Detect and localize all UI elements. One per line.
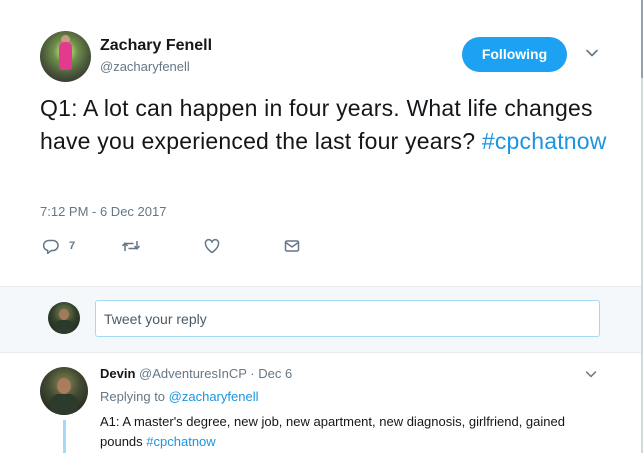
reply-author-handle[interactable]: @AdventuresInCP bbox=[139, 366, 247, 381]
replying-to-mention[interactable]: @zacharyfenell bbox=[169, 389, 259, 404]
reply-count: 7 bbox=[69, 240, 76, 252]
replying-to-prefix: Replying to bbox=[100, 389, 166, 404]
author-name[interactable]: Zachary Fenell bbox=[100, 37, 212, 55]
chevron-down-icon[interactable] bbox=[584, 367, 598, 381]
reply-text: A1: A master's degree, new job, new apar… bbox=[100, 412, 600, 452]
reply-composer bbox=[0, 286, 641, 353]
current-user-avatar bbox=[48, 302, 80, 334]
replying-to-line: Replying to @zacharyfenell bbox=[100, 389, 258, 404]
thread-connector-line bbox=[63, 420, 66, 453]
tweet-text: Q1: A lot can happen in four years. What… bbox=[40, 92, 620, 158]
tweet-timestamp[interactable]: 7:12 PM - 6 Dec 2017 bbox=[40, 204, 166, 219]
retweet-button[interactable] bbox=[121, 236, 141, 256]
following-button[interactable]: Following bbox=[462, 37, 567, 72]
reply-author-name[interactable]: Devin bbox=[100, 366, 135, 381]
reply-tweet: Devin @AdventuresInCP · Dec 6 Replying t… bbox=[0, 353, 641, 453]
author-handle[interactable]: @zacharyfenell bbox=[100, 59, 190, 74]
reply-date[interactable]: Dec 6 bbox=[258, 366, 292, 381]
like-icon bbox=[204, 238, 220, 254]
hashtag-link[interactable]: #cpchatnow bbox=[482, 128, 607, 154]
chevron-down-icon[interactable] bbox=[584, 45, 600, 61]
main-tweet: Zachary Fenell @zacharyfenell Following … bbox=[0, 0, 641, 286]
author-avatar[interactable] bbox=[40, 31, 91, 82]
reply-hashtag-link[interactable]: #cpchatnow bbox=[146, 434, 215, 449]
like-button[interactable] bbox=[203, 236, 221, 256]
direct-message-button[interactable] bbox=[283, 236, 301, 256]
reply-icon bbox=[42, 239, 59, 255]
retweet-icon bbox=[121, 241, 141, 251]
reply-header: Devin @AdventuresInCP · Dec 6 bbox=[100, 366, 292, 381]
reply-button[interactable]: 7 bbox=[42, 236, 75, 256]
reply-author-avatar[interactable] bbox=[40, 367, 88, 415]
tweet-reply-input[interactable] bbox=[95, 300, 600, 337]
direct-message-icon bbox=[284, 240, 300, 252]
reply-separator: · bbox=[250, 366, 255, 381]
